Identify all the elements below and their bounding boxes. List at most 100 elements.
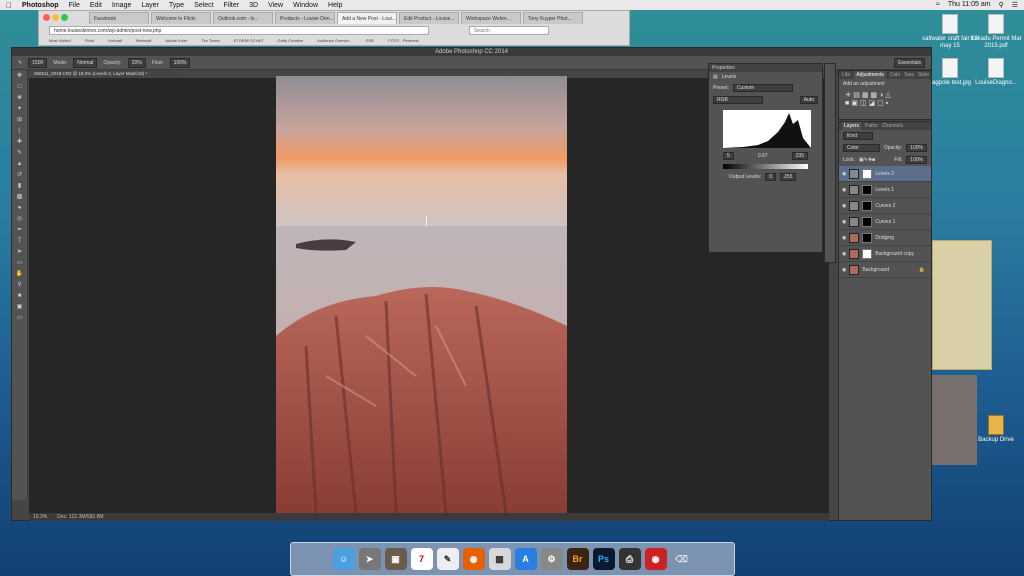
auto-button[interactable]: Auto xyxy=(799,96,818,104)
canvas-photo[interactable] xyxy=(276,76,567,513)
menu-view[interactable]: View xyxy=(268,2,283,9)
textedit-icon[interactable]: ✎ xyxy=(436,548,459,570)
calendar-icon[interactable]: 7 xyxy=(410,548,433,570)
browser-tab[interactable]: Edit Product - Louise... xyxy=(399,12,459,24)
marquee-tool-icon[interactable]: □ xyxy=(14,83,26,92)
trash-icon[interactable]: ⌫ xyxy=(671,548,693,570)
browser-tab[interactable]: Welcome to Flickr xyxy=(151,12,211,24)
app-store-icon[interactable]: A xyxy=(514,548,537,570)
notifications-icon[interactable]: ☰ xyxy=(1012,1,1018,9)
eye-icon[interactable]: ◉ xyxy=(842,267,846,273)
opacity-field[interactable]: 20% xyxy=(127,57,146,68)
finder-icon[interactable]: ☺ xyxy=(332,548,355,570)
zoom-tool-icon[interactable]: ⚲ xyxy=(14,281,26,290)
eye-icon[interactable]: ◉ xyxy=(842,203,846,209)
background-window-image[interactable] xyxy=(932,375,977,465)
bookmark[interactable]: Most Visited xyxy=(49,38,71,46)
apple-icon[interactable]:  xyxy=(6,1,12,10)
tab-libraries[interactable]: Libr xyxy=(842,71,850,79)
clone-stamp-icon[interactable]: ▲ xyxy=(14,160,26,169)
shape-tool-icon[interactable]: ▭ xyxy=(14,259,26,268)
eye-icon[interactable]: ◉ xyxy=(842,219,846,225)
layer-row[interactable]: ◉ Background copy xyxy=(839,246,931,262)
wifi-icon[interactable]: ≈ xyxy=(936,1,940,9)
screen-mode-icon[interactable]: ▭ xyxy=(14,314,26,323)
bookmark[interactable]: STORMY2CHAT xyxy=(234,38,264,46)
bookmark[interactable]: Hotmail xyxy=(108,38,122,46)
tab-color[interactable]: Colo xyxy=(890,71,900,79)
browser-tab[interactable]: Tony Kuyper Phot... xyxy=(523,12,583,24)
url-bar[interactable]: home.louisedenton.com/wp-admin/post-new.… xyxy=(49,26,429,35)
firefox-icon[interactable]: ◉ xyxy=(462,548,485,570)
browser-tab[interactable]: Facebook xyxy=(89,12,149,24)
output-white-field[interactable]: 255 xyxy=(780,173,797,181)
layer-opacity-field[interactable]: 100% xyxy=(906,144,927,152)
type-tool-icon[interactable]: T xyxy=(14,237,26,246)
hand-tool-icon[interactable]: ✋ xyxy=(14,270,26,279)
move-tool-icon[interactable]: ✥ xyxy=(14,72,26,81)
eye-icon[interactable]: ◉ xyxy=(842,171,846,177)
layer-mask-thumb[interactable] xyxy=(862,248,873,259)
menu-app-name[interactable]: Photoshop xyxy=(22,2,59,9)
preset-select[interactable]: Custom xyxy=(732,84,793,92)
desktop-icon-file[interactable]: Kakadu Permit Mar 2015.pdf xyxy=(966,14,1024,50)
browser-tab[interactable]: Workspace Webm... xyxy=(461,12,521,24)
launchpad-icon[interactable]: ➤ xyxy=(358,548,381,570)
channel-select[interactable]: RGB xyxy=(713,96,763,104)
bookmark[interactable]: Flickr xyxy=(85,38,95,46)
pen-tool-icon[interactable]: ✒ xyxy=(14,226,26,235)
browser-tab[interactable]: Outlook.com - lo... xyxy=(213,12,273,24)
bookmark[interactable]: Adobe Kuler xyxy=(165,38,187,46)
document-tab[interactable]: 060511_0018.CR2 @ 19.3% (Levels 2, Layer… xyxy=(30,70,180,78)
menu-layer[interactable]: Layer xyxy=(141,2,159,9)
dodge-icon[interactable]: ◎ xyxy=(14,215,26,224)
printer-icon[interactable]: ⎙ xyxy=(618,548,641,570)
flow-field[interactable]: 100% xyxy=(169,57,191,68)
layer-mask-thumb[interactable] xyxy=(862,168,873,179)
levels-histogram[interactable] xyxy=(723,110,811,148)
lock-icon[interactable]: ▣✎✥■ xyxy=(859,157,875,163)
spotlight-icon[interactable]: ⚲ xyxy=(999,1,1004,9)
layer-fill-field[interactable]: 100% xyxy=(906,156,927,164)
eyedropper-icon[interactable]: ⌊ xyxy=(14,127,26,136)
layer-mask-thumb[interactable] xyxy=(862,200,873,211)
panel-dock-icons[interactable] xyxy=(824,63,836,263)
bookmark[interactable]: ERE xyxy=(366,38,374,46)
bookmark[interactable]: Webmail xyxy=(136,38,152,46)
tab-layers[interactable]: Layers xyxy=(842,122,862,130)
zoom-level[interactable]: 19.3% xyxy=(33,513,47,521)
eye-icon[interactable]: ◉ xyxy=(842,187,846,193)
quick-select-icon[interactable]: ✦ xyxy=(14,105,26,114)
photo-booth-icon[interactable]: ◉ xyxy=(644,548,667,570)
history-brush-icon[interactable]: ↺ xyxy=(14,171,26,180)
adjustment-icons[interactable]: ☀▤▦▩◑△ ■▣◫◪▢▪ xyxy=(839,89,931,109)
input-black-field[interactable]: 5 xyxy=(723,152,734,160)
layer-mask-thumb[interactable] xyxy=(862,216,873,227)
brush-tool-icon[interactable]: ✎ xyxy=(18,60,22,66)
menu-image[interactable]: Image xyxy=(112,2,131,9)
layer-row[interactable]: ◉ Background 🔒 xyxy=(839,262,931,278)
photoshop-icon[interactable]: Ps xyxy=(592,548,615,570)
color-swatches-icon[interactable]: ■ xyxy=(14,292,26,301)
output-black-field[interactable]: 0 xyxy=(765,173,777,181)
input-mid-field[interactable]: 0.67 xyxy=(758,153,768,159)
menu-select[interactable]: Select xyxy=(194,2,213,9)
layer-filter-select[interactable]: Kind xyxy=(843,132,873,140)
menu-type[interactable]: Type xyxy=(169,2,184,9)
bookmark[interactable]: Tim Times xyxy=(201,38,219,46)
eye-icon[interactable]: ◉ xyxy=(842,251,846,257)
browser-tab-active[interactable]: Add a New Post - Loui... xyxy=(337,12,397,24)
desktop-icon-file[interactable]: LouiseDiagno... xyxy=(966,58,1024,87)
workspace-select[interactable]: Essentials xyxy=(894,57,925,68)
layer-mask-thumb[interactable] xyxy=(862,232,873,243)
eraser-icon[interactable]: ▮ xyxy=(14,182,26,191)
bookmark[interactable]: Audience Overvie... xyxy=(317,38,352,46)
blend-mode-select[interactable]: Color xyxy=(843,144,880,152)
browser-tab[interactable]: Products - Louise Den... xyxy=(275,12,335,24)
crop-tool-icon[interactable]: ⊞ xyxy=(14,116,26,125)
layer-mask-thumb[interactable] xyxy=(862,184,873,195)
tab-channels[interactable]: Channels xyxy=(882,122,903,130)
menu-filter[interactable]: Filter xyxy=(224,2,240,9)
preview-icon[interactable]: ▩ xyxy=(488,548,511,570)
blur-icon[interactable]: ● xyxy=(14,204,26,213)
